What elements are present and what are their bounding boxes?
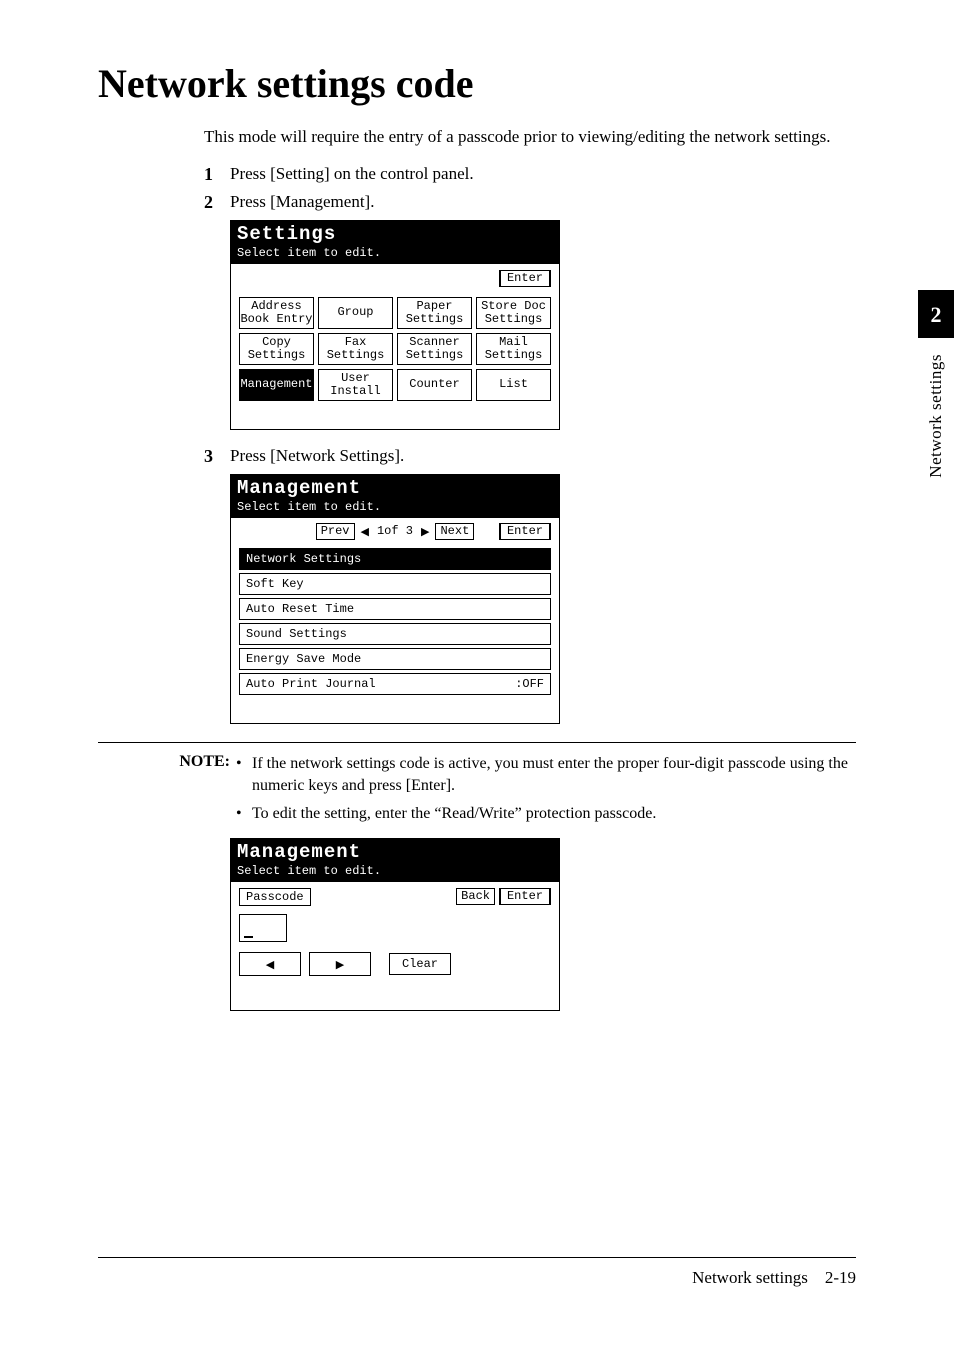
passcode-label: Passcode [239,888,311,906]
settings-grid-cell[interactable]: PaperSettings [397,297,472,329]
management-list-row[interactable]: Auto Print Journal:OFF [239,673,551,695]
document-page: Network settings code This mode will req… [0,0,954,1077]
arrow-right-button[interactable]: ▶ [309,952,371,976]
lcd-body: Passcode Back Enter ◀ ▶ Clear [231,882,559,1010]
note-block: NOTE: If the network settings code is ac… [158,753,856,830]
management-list-row[interactable]: Network Settings [239,548,551,570]
triangle-right-icon: ▶ [336,958,344,971]
lcd-settings-screen: Settings Select item to edit. Enter Addr… [230,220,560,430]
settings-grid-cell[interactable]: Store DocSettings [476,297,551,329]
footer-page-number: 2-19 [825,1268,856,1287]
lcd-management-list-screen: Management Select item to edit. Prev ◀ 1… [230,474,560,724]
step-2: 2 Press [Management]. Settings Select it… [204,192,856,430]
management-list: Network Settings Soft Key Auto Reset Time S… [239,548,551,695]
enter-button[interactable]: Enter [499,888,551,905]
settings-grid-cell[interactable]: List [476,369,551,401]
settings-grid-cell[interactable]: UserInstall [318,369,393,401]
page-title: Network settings code [98,60,856,107]
lcd-header: Management Select item to edit. [231,839,559,882]
management-list-row[interactable]: Auto Reset Time [239,598,551,620]
lcd-body: Enter AddressBook EntryGroupPaperSetting… [231,264,559,429]
lcd-subtitle: Select item to edit. [237,246,553,260]
lcd-passcode-screen: Management Select item to edit. Passcode… [230,838,560,1011]
page-indicator: 1of 3 [375,524,415,538]
settings-grid-cell[interactable]: Counter [397,369,472,401]
passcode-input[interactable] [239,914,287,942]
step-text: Press [Network Settings]. [230,446,404,465]
arrow-left-button[interactable]: ◀ [239,952,301,976]
triangle-right-icon: ▶ [421,525,429,538]
next-button[interactable]: Next [435,523,474,540]
lcd-body: Prev ◀ 1of 3 ▶ Next Enter Network Settin… [231,518,559,723]
settings-grid-cell[interactable]: MailSettings [476,333,551,365]
lcd-title: Management [237,843,553,862]
settings-grid-cell[interactable]: ScannerSettings [397,333,472,365]
management-list-row[interactable]: Sound Settings [239,623,551,645]
note-item: If the network settings code is active, … [236,753,856,798]
step-text: Press [Setting] on the control panel. [230,164,474,183]
settings-grid-cell[interactable]: Management [239,369,314,401]
note-list: If the network settings code is active, … [236,753,856,830]
settings-grid-cell[interactable]: AddressBook Entry [239,297,314,329]
divider [98,742,856,743]
footer-section: Network settings [692,1268,808,1287]
clear-button[interactable]: Clear [389,953,451,975]
cursor-icon [244,934,253,938]
footer-divider [98,1257,856,1258]
enter-button[interactable]: Enter [499,270,551,287]
intro-paragraph: This mode will require the entry of a pa… [204,125,856,150]
step-1: 1 Press [Setting] on the control panel. [204,164,856,184]
lcd-subtitle: Select item to edit. [237,500,553,514]
lcd-header: Management Select item to edit. [231,475,559,518]
settings-grid-cell[interactable]: FaxSettings [318,333,393,365]
step-text: Press [Management]. [230,192,374,211]
page-footer: Network settings 2-19 [98,1257,856,1288]
step-number: 1 [204,164,213,185]
management-list-row[interactable]: Soft Key [239,573,551,595]
steps-list: 1 Press [Setting] on the control panel. … [204,164,856,724]
note-label: NOTE: [158,753,236,830]
back-button[interactable]: Back [456,888,495,905]
enter-button[interactable]: Enter [499,523,551,540]
prev-button[interactable]: Prev [316,523,355,540]
step-number: 2 [204,192,213,213]
lcd-title: Settings [237,225,553,244]
lcd-subtitle: Select item to edit. [237,864,553,878]
note-item: To edit the setting, enter the “Read/Wri… [236,803,856,825]
step-3: 3 Press [Network Settings]. Management S… [204,446,856,724]
management-list-row[interactable]: Energy Save Mode [239,648,551,670]
triangle-left-icon: ◀ [266,958,274,971]
chapter-side-label: Network settings [926,354,946,478]
lcd-title: Management [237,479,553,498]
settings-grid: AddressBook EntryGroupPaperSettingsStore… [239,297,551,401]
step-number: 3 [204,446,213,467]
lcd-header: Settings Select item to edit. [231,221,559,264]
settings-grid-cell[interactable]: CopySettings [239,333,314,365]
triangle-left-icon: ◀ [361,525,369,538]
settings-grid-cell[interactable]: Group [318,297,393,329]
chapter-tab: 2 [918,290,954,338]
